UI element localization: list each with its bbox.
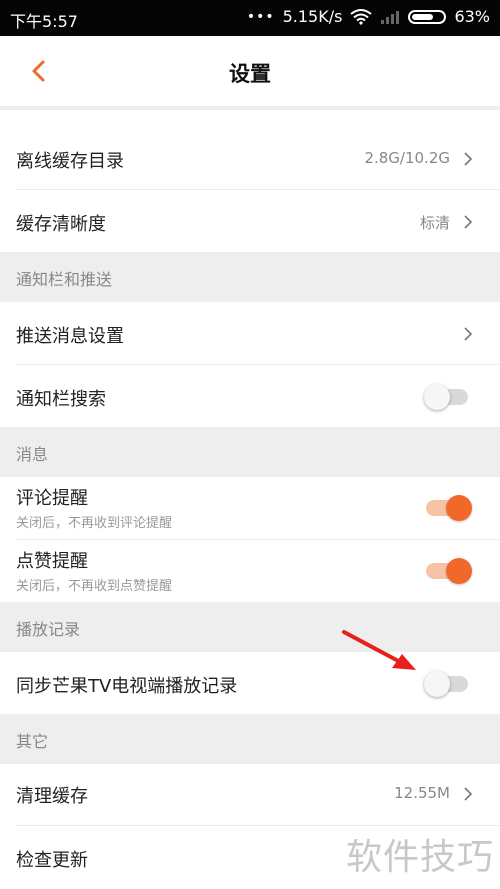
chevron-right-icon	[464, 215, 473, 229]
network-speed: 5.15K/s	[282, 7, 343, 26]
like-reminder-row: 点赞提醒 关闭后，不再收到点赞提醒	[0, 540, 500, 602]
comment-reminder-row: 评论提醒 关闭后，不再收到评论提醒	[0, 477, 500, 539]
sync-tv-history-label: 同步芒果TV电视端播放记录	[16, 676, 238, 697]
offline-cache-dir-label: 离线缓存目录	[16, 151, 124, 172]
section-play-history-title: 播放记录	[16, 620, 81, 639]
like-reminder-toggle[interactable]	[426, 558, 472, 584]
clear-cache-value: 12.55M	[394, 784, 450, 802]
push-settings-label: 推送消息设置	[16, 326, 124, 347]
comment-reminder-sub: 关闭后，不再收到评论提醒	[16, 516, 173, 531]
section-messages-title: 消息	[16, 445, 49, 464]
chevron-right-icon	[464, 152, 473, 166]
section-notification: 通知栏和推送	[0, 252, 500, 302]
comment-reminder-toggle[interactable]	[426, 495, 472, 521]
section-other-title: 其它	[16, 732, 49, 751]
battery-percent: 63%	[454, 7, 490, 26]
chevron-right-icon	[464, 787, 473, 801]
offline-cache-dir-value: 2.8G/10.2G	[364, 149, 450, 167]
status-time: 下午5:57	[10, 12, 78, 31]
cache-clarity-label: 缓存清晰度	[16, 214, 106, 235]
bar-search-label: 通知栏搜索	[16, 389, 106, 410]
section-play-history: 播放记录	[0, 602, 500, 652]
wifi-icon	[350, 8, 373, 25]
offline-cache-dir-row[interactable]: 离线缓存目录 2.8G/10.2G	[0, 127, 500, 189]
section-other: 其它	[0, 714, 500, 764]
clear-cache-row[interactable]: 清理缓存 12.55M	[0, 764, 500, 826]
clear-cache-label: 清理缓存	[16, 786, 88, 807]
signal-icon	[381, 10, 400, 24]
check-update-label: 检查更新	[16, 850, 88, 871]
section-messages: 消息	[0, 427, 500, 477]
chevron-right-icon	[464, 327, 473, 341]
cache-clarity-row[interactable]: 缓存清晰度 标清	[0, 190, 500, 252]
app-bar: 设置	[0, 36, 500, 110]
status-bar: 下午5:57 ••• 5.15K/s 63%	[0, 0, 500, 36]
bar-search-toggle[interactable]	[424, 384, 470, 410]
cache-clarity-value: 标清	[419, 214, 450, 232]
status-right: ••• 5.15K/s 63%	[247, 7, 490, 26]
like-reminder-sub: 关闭后，不再收到点赞提醒	[16, 579, 173, 594]
like-reminder-label: 点赞提醒	[16, 551, 88, 572]
sync-tv-history-row: 同步芒果TV电视端播放记录	[0, 652, 500, 714]
section-notification-title: 通知栏和推送	[16, 270, 113, 289]
battery-icon	[408, 9, 447, 24]
watermark: 软件技巧	[345, 837, 494, 878]
sync-tv-history-toggle[interactable]	[424, 671, 470, 697]
more-dots-icon: •••	[246, 8, 275, 25]
annotation-arrow-icon	[342, 630, 416, 670]
bar-search-row: 通知栏搜索	[0, 365, 500, 427]
page-title: 设置	[229, 62, 271, 86]
push-settings-row[interactable]: 推送消息设置	[0, 302, 500, 364]
comment-reminder-label: 评论提醒	[16, 488, 88, 509]
